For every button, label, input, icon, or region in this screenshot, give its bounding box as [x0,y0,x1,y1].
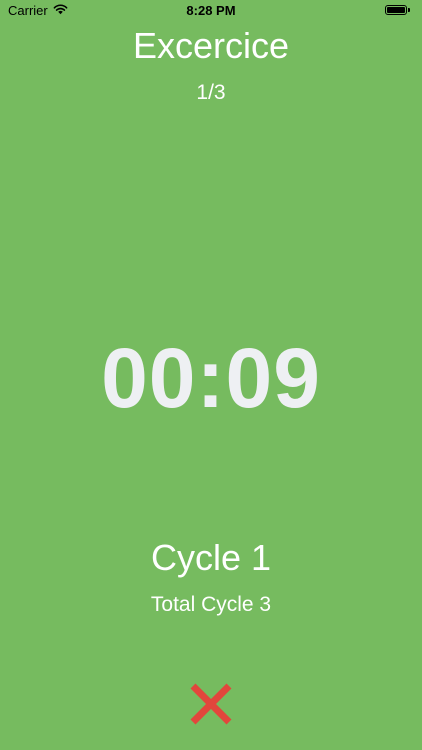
exercise-title: Excercice [132,25,290,66]
battery-body [385,5,407,15]
status-time: 8:28 PM [186,3,236,18]
battery-fill [387,7,405,13]
close-button[interactable] [187,682,235,726]
total-cycle: Total Cycle 3 [150,593,272,616]
battery-icon [385,5,413,17]
exercise-progress: 1/3 [196,81,226,104]
current-cycle: Cycle 1 [150,537,272,578]
close-icon[interactable] [187,682,235,726]
status-bar: Carrier 8:28 PM [0,0,422,22]
battery-cap [408,8,410,12]
countdown-timer: 00:09 [101,331,321,425]
